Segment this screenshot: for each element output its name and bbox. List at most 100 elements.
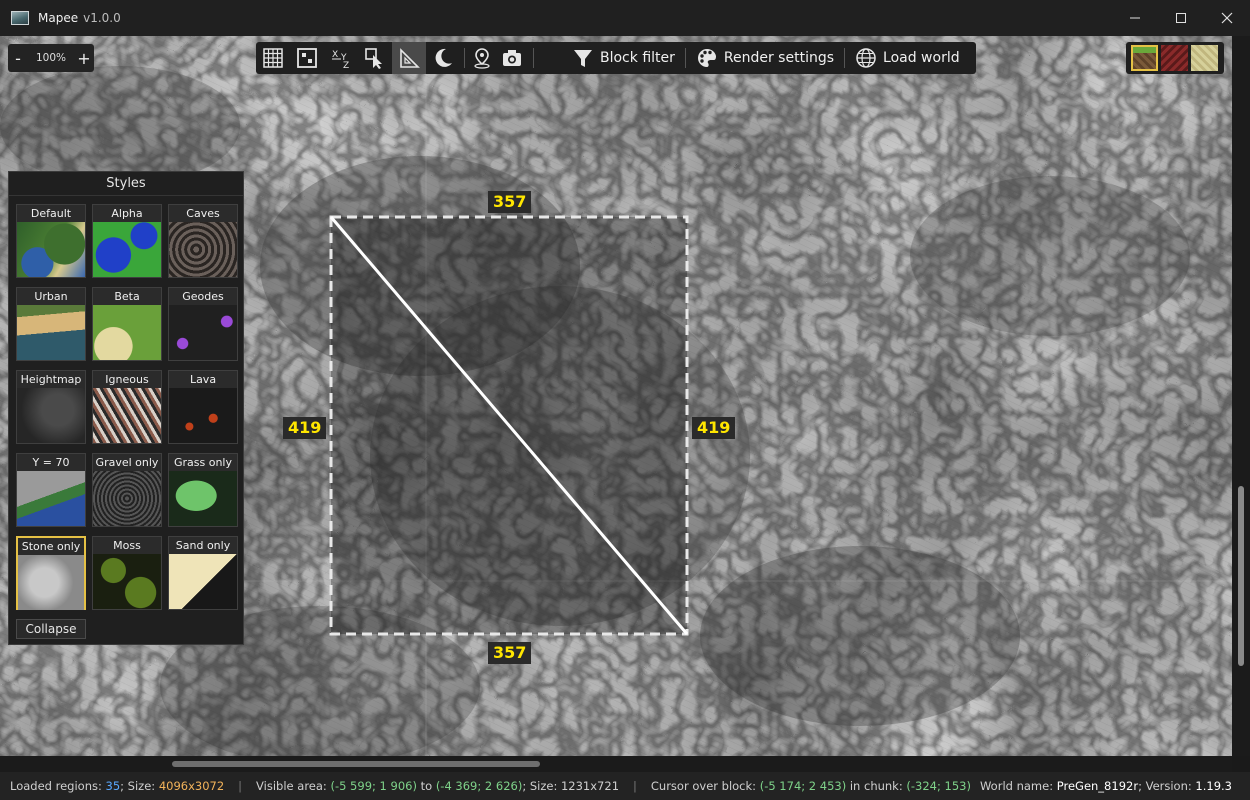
block-filter-button[interactable]: Block filter	[566, 42, 681, 74]
loaded-regions-label: Loaded regions:	[10, 779, 106, 793]
chunk-value: (-324; 153)	[906, 779, 971, 793]
app-logo-icon	[11, 11, 29, 25]
style-stone-only[interactable]: Stone only	[16, 536, 86, 610]
style-thumbnail	[17, 388, 85, 443]
coordinates-button[interactable]: X Y Z	[324, 42, 358, 74]
version-value: 1.19.3	[1195, 779, 1232, 793]
style-gravel-only[interactable]: Gravel only	[92, 453, 162, 527]
style-label: Alpha	[93, 205, 161, 222]
block-filter-label: Block filter	[600, 50, 675, 66]
chunk-label: in chunk:	[846, 779, 907, 793]
maximize-icon	[1176, 13, 1186, 23]
style-sand-only[interactable]: Sand only	[168, 536, 238, 610]
world-name-value: PreGen_8192r	[1056, 779, 1139, 793]
style-thumbnail	[93, 471, 161, 526]
style-alpha[interactable]: Alpha	[92, 204, 162, 278]
style-thumbnail	[169, 388, 237, 443]
visible-from-value: (-5 599; 1 906)	[330, 779, 417, 793]
chunk-icon	[297, 48, 317, 68]
style-label: Default	[17, 205, 85, 222]
style-thumbnail	[17, 471, 85, 526]
minimize-icon	[1130, 17, 1140, 19]
vertical-scroll-thumb[interactable]	[1238, 486, 1244, 666]
styles-panel-title: Styles	[9, 172, 243, 196]
style-thumbnail	[17, 222, 85, 277]
measure-label-top: 357	[488, 191, 532, 213]
maximize-button[interactable]	[1158, 0, 1204, 36]
marker-button[interactable]	[469, 42, 495, 74]
style-caves[interactable]: Caves	[168, 204, 238, 278]
style-thumbnail	[169, 305, 237, 360]
horizontal-scroll-thumb[interactable]	[172, 761, 540, 767]
style-thumbnail	[169, 222, 237, 277]
netherrack-swatch[interactable]	[1161, 45, 1188, 71]
toolbar-separator	[464, 48, 465, 68]
version-label: ; Version:	[1138, 779, 1196, 793]
style-thumbnail	[93, 554, 161, 609]
vertical-scrollbar[interactable]	[1232, 36, 1250, 756]
cursor-label: Cursor over block:	[650, 779, 760, 793]
visible-area-label: Visible area:	[256, 779, 331, 793]
zoom-level: 100%	[35, 52, 67, 64]
moon-icon	[435, 48, 452, 67]
minimize-button[interactable]	[1112, 0, 1158, 36]
status-bar: Loaded regions: 35; Size: 4096x3072 | Vi…	[0, 772, 1250, 800]
night-mode-button[interactable]	[426, 42, 460, 74]
style-urban[interactable]: Urban	[16, 287, 86, 361]
style-label: Grass only	[169, 454, 237, 471]
collapse-button[interactable]: Collapse	[16, 619, 86, 639]
chunk-grid-button[interactable]	[290, 42, 324, 74]
visible-size-label: ; Size:	[522, 779, 561, 793]
style-thumbnail	[18, 555, 84, 610]
cursor-block-value: (-5 174; 2 453)	[759, 779, 847, 793]
svg-text:Z: Z	[343, 61, 349, 69]
grass-block-swatch[interactable]	[1131, 45, 1158, 71]
status-separator: |	[633, 779, 637, 793]
app-title: Mapee	[38, 11, 79, 25]
status-cursor: Cursor over block: (-5 174; 2 453) in ch…	[651, 779, 971, 793]
title-bar: Mapee v1.0.0	[0, 0, 1250, 36]
status-loaded-regions: Loaded regions: 35; Size: 4096x3072	[10, 779, 224, 793]
style-label: Moss	[93, 537, 161, 554]
screenshot-button[interactable]	[495, 42, 529, 74]
measure-label-bottom: 357	[488, 642, 532, 664]
style-lava[interactable]: Lava	[168, 370, 238, 444]
filter-icon	[574, 50, 592, 67]
render-settings-button[interactable]: Render settings	[690, 42, 840, 74]
camera-icon	[503, 50, 521, 66]
close-button[interactable]	[1204, 0, 1250, 36]
measure-tool-button[interactable]	[392, 42, 426, 74]
style-beta[interactable]: Beta	[92, 287, 162, 361]
visible-size-value: 1231x721	[560, 779, 620, 793]
style-igneous[interactable]: Igneous	[92, 370, 162, 444]
sand-swatch[interactable]	[1191, 45, 1218, 71]
load-world-button[interactable]: Load world	[849, 42, 966, 74]
style-geodes[interactable]: Geodes	[168, 287, 238, 361]
close-icon	[1221, 12, 1233, 24]
style-thumbnail	[169, 554, 237, 609]
select-tool-button[interactable]	[358, 42, 392, 74]
status-visible-area: Visible area: (-5 599; 1 906) to (-4 369…	[256, 779, 619, 793]
load-world-label: Load world	[883, 50, 960, 66]
style-moss[interactable]: Moss	[92, 536, 162, 610]
zoom-in-button[interactable]: +	[74, 49, 94, 68]
status-world: World name: PreGen_8192r; Version: 1.19.…	[980, 779, 1232, 793]
style-y-70[interactable]: Y = 70	[16, 453, 86, 527]
style-thumbnail	[17, 305, 85, 360]
size-label: ; Size:	[120, 779, 159, 793]
loaded-regions-value: 35	[105, 779, 121, 793]
style-grass-only[interactable]: Grass only	[168, 453, 238, 527]
style-grid: Default Alpha Caves Urban Beta Geodes He…	[16, 204, 238, 610]
world-name-label: World name:	[979, 779, 1057, 793]
zoom-out-button[interactable]: -	[8, 49, 28, 68]
style-thumbnail	[93, 222, 161, 277]
style-heightmap[interactable]: Heightmap	[16, 370, 86, 444]
styles-panel: Styles Default Alpha Caves Urban Beta Ge…	[8, 171, 244, 645]
style-label: Heightmap	[17, 371, 85, 388]
grid-toggle-button[interactable]	[256, 42, 290, 74]
horizontal-scrollbar[interactable]	[0, 756, 1232, 772]
style-default[interactable]: Default	[16, 204, 86, 278]
style-label: Beta	[93, 288, 161, 305]
style-thumbnail	[93, 305, 161, 360]
size-value: 4096x3072	[158, 779, 225, 793]
